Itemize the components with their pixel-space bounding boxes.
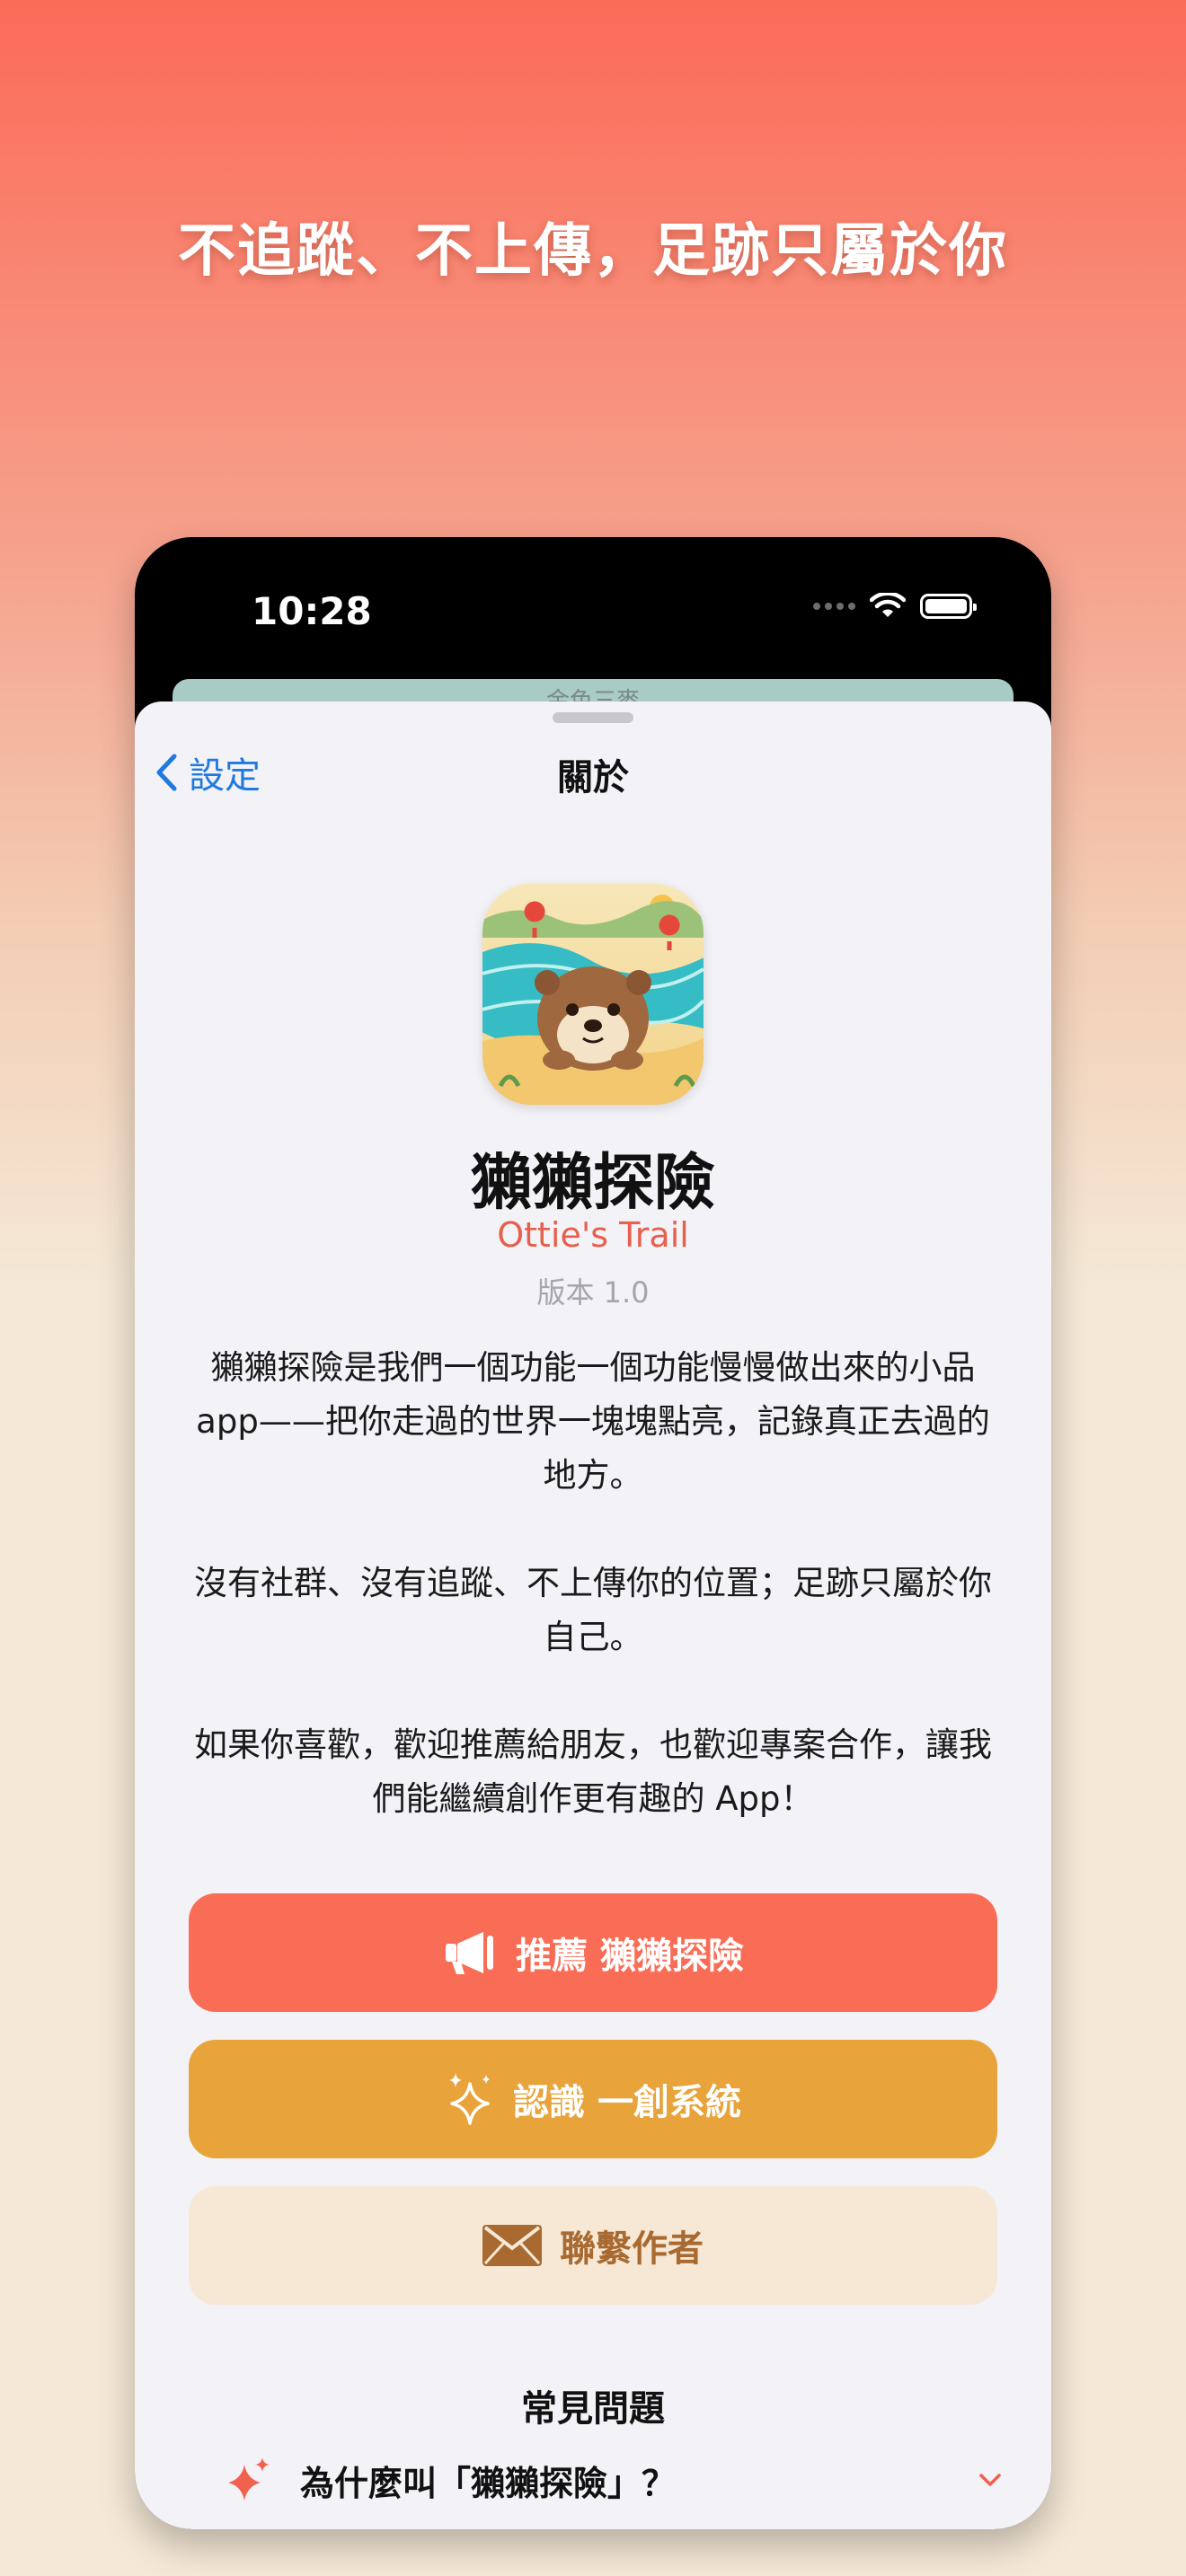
faq-question: 為什麼叫「獺獺探險」？ [300,2463,677,2503]
page-title: 關於 [557,757,629,798]
learn-more-button[interactable]: 認識 一創系統 [189,2040,997,2158]
contact-author-button[interactable]: 聯繫作者 [189,2186,997,2305]
status-bar: 10:28 [135,537,1051,681]
description-paragraph: 沒有社群、沒有追蹤、不上傳你的位置；足跡只屬於你自己。 [194,1564,992,1656]
marketing-headline: 不追蹤、不上傳，足跡只屬於你 [178,218,1008,285]
sparkles-icon [449,2073,491,2125]
app-icon [482,884,704,1105]
app-subtitle: Ottie's Trail [497,1215,689,1255]
status-time: 10:28 [252,589,372,633]
about-description: 獺獺探險是我們一個功能一個功能慢慢做出來的小品 app——把你走過的世界一塊塊點… [189,1341,997,1880]
envelope-icon [482,2225,542,2266]
chevron-down-icon [979,2474,1001,2486]
app-version: 版本 1.0 [536,1275,650,1310]
navigation-bar: 設定 關於 [135,737,1051,809]
recommend-app-button[interactable]: 推薦 獺獺探險 [189,1893,997,2012]
app-name: 獺獺探險 [470,1148,715,1219]
description-paragraph: 獺獺探險是我們一個功能一個功能慢慢做出來的小品 app——把你走過的世界一塊塊點… [196,1348,990,1495]
cellular-signal-icon [813,603,855,610]
sparkles-icon [228,2457,270,2501]
phone-frame: 10:28 金色三麥 設定 關於 [135,537,1051,2529]
status-indicators [813,593,977,620]
about-sheet: 設定 關於 獺獺探險 Ottie's Trail 版本 1.0 獺獺探險是我們一… [135,701,1051,2529]
contact-button-label: 聯繫作者 [560,2228,704,2270]
learn-more-button-label: 認識 一創系統 [513,2082,741,2123]
battery-icon [920,594,977,619]
megaphone-icon [446,1932,494,1974]
recommend-button-label: 推薦 獺獺探險 [516,1936,744,1977]
wifi-icon [870,593,906,617]
sheet-grabber[interactable] [553,712,633,723]
faq-item[interactable]: 為什麼叫「獺獺探險」？ [225,2453,1002,2507]
description-paragraph: 如果你喜歡，歡迎推薦給朋友，也歡迎專案合作，讓我們能繼續創作更有趣的 App！ [194,1725,992,1818]
faq-section-title: 常見問題 [521,2388,665,2430]
